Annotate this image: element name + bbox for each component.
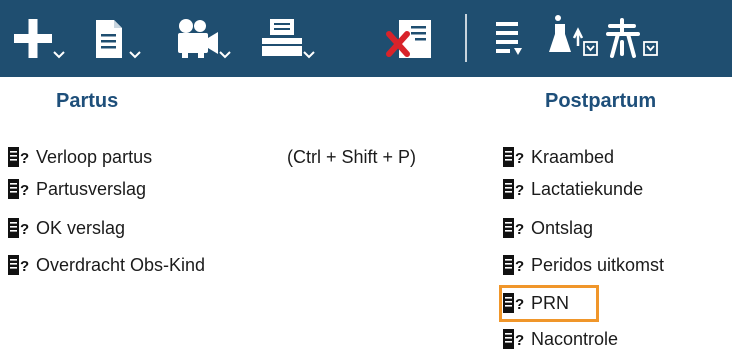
chevron-down-icon <box>303 51 315 59</box>
list-download-icon <box>496 22 522 55</box>
svg-text:?: ? <box>20 150 29 167</box>
chevron-down-icon <box>646 45 655 52</box>
svg-text:?: ? <box>515 221 524 238</box>
menu-item-ontslag[interactable]: ? Ontslag <box>503 214 593 242</box>
menu-item-label: Verloop partus <box>36 146 153 167</box>
lab-flask-icon <box>549 15 598 56</box>
unsigned-document-icon: ? <box>503 147 524 167</box>
add-icon <box>14 19 65 59</box>
svg-text:?: ? <box>515 182 524 199</box>
menu-item-label: Nacontrole <box>531 328 619 349</box>
chevron-down-icon <box>53 51 65 59</box>
menu-item-lactatiekunde[interactable]: ? Lactatiekunde <box>503 175 643 203</box>
lab-button[interactable] <box>547 0 599 77</box>
unsigned-document-icon: ? <box>503 255 524 275</box>
menu-item-label: Ontslag <box>531 217 594 238</box>
svg-text:?: ? <box>20 221 29 238</box>
video-camera-icon <box>178 19 231 59</box>
unsigned-document-icon: ? <box>503 218 524 238</box>
menu-item-label: OK verslag <box>36 217 126 238</box>
postpartum-title: Postpartum <box>545 90 657 112</box>
unsigned-document-icon: ? <box>503 293 524 313</box>
cancel-form-icon <box>386 20 431 58</box>
document-button[interactable] <box>90 0 148 77</box>
menu-item-ok-verslag[interactable]: ? OK verslag <box>8 214 125 242</box>
menu-item-label: Peridos uitkomst <box>531 254 665 275</box>
unsigned-document-icon: ? <box>8 255 29 275</box>
svg-text:?: ? <box>515 150 524 167</box>
unsigned-document-icon: ? <box>8 147 29 167</box>
toolbar-separator <box>465 14 467 62</box>
menu-item-peridos-uitkomst[interactable]: ? Peridos uitkomst <box>503 251 664 279</box>
pedigree-button[interactable] <box>604 0 664 77</box>
unsigned-document-icon: ? <box>8 179 29 199</box>
video-button[interactable] <box>168 0 236 77</box>
pedigree-icon <box>606 18 658 58</box>
svg-text:?: ? <box>515 332 524 349</box>
menu-item-nacontrole[interactable]: ? Nacontrole <box>503 325 618 353</box>
menu-item-partusverslag[interactable]: ? Partusverslag <box>8 175 146 203</box>
svg-text:?: ? <box>515 258 524 275</box>
menu-item-label: Lactatiekunde <box>531 178 644 199</box>
list-download-button[interactable] <box>492 0 532 77</box>
menu-item-prn[interactable]: ? PRN <box>503 289 569 317</box>
svg-text:?: ? <box>515 296 524 313</box>
unsigned-document-icon: ? <box>503 329 524 349</box>
menu-item-label: Partusverslag <box>36 178 147 199</box>
chevron-down-icon <box>129 51 141 59</box>
printer-icon <box>262 19 315 59</box>
menu-item-label: PRN <box>531 292 570 313</box>
keyboard-shortcut: (Ctrl + Shift + P) <box>287 146 417 167</box>
add-button[interactable] <box>8 0 66 77</box>
print-button[interactable] <box>258 0 320 77</box>
unsigned-document-icon: ? <box>8 218 29 238</box>
menu-item-label: Kraambed <box>531 146 615 167</box>
toolbar <box>0 0 732 77</box>
menu-item-verloop-partus[interactable]: ? Verloop partus <box>8 143 152 171</box>
document-icon <box>96 20 141 59</box>
svg-text:?: ? <box>20 258 29 275</box>
menu-item-overdracht-obs-kind[interactable]: ? Overdracht Obs-Kind <box>8 251 205 279</box>
chevron-down-icon <box>219 51 231 59</box>
menu-item-kraambed[interactable]: ? Kraambed <box>503 143 614 171</box>
chevron-down-icon <box>586 45 595 52</box>
svg-text:?: ? <box>20 182 29 199</box>
menu-item-label: Overdracht Obs-Kind <box>36 254 206 275</box>
unsigned-document-icon: ? <box>503 179 524 199</box>
partus-title: Partus <box>56 90 119 112</box>
cancel-form-button[interactable] <box>385 0 435 77</box>
